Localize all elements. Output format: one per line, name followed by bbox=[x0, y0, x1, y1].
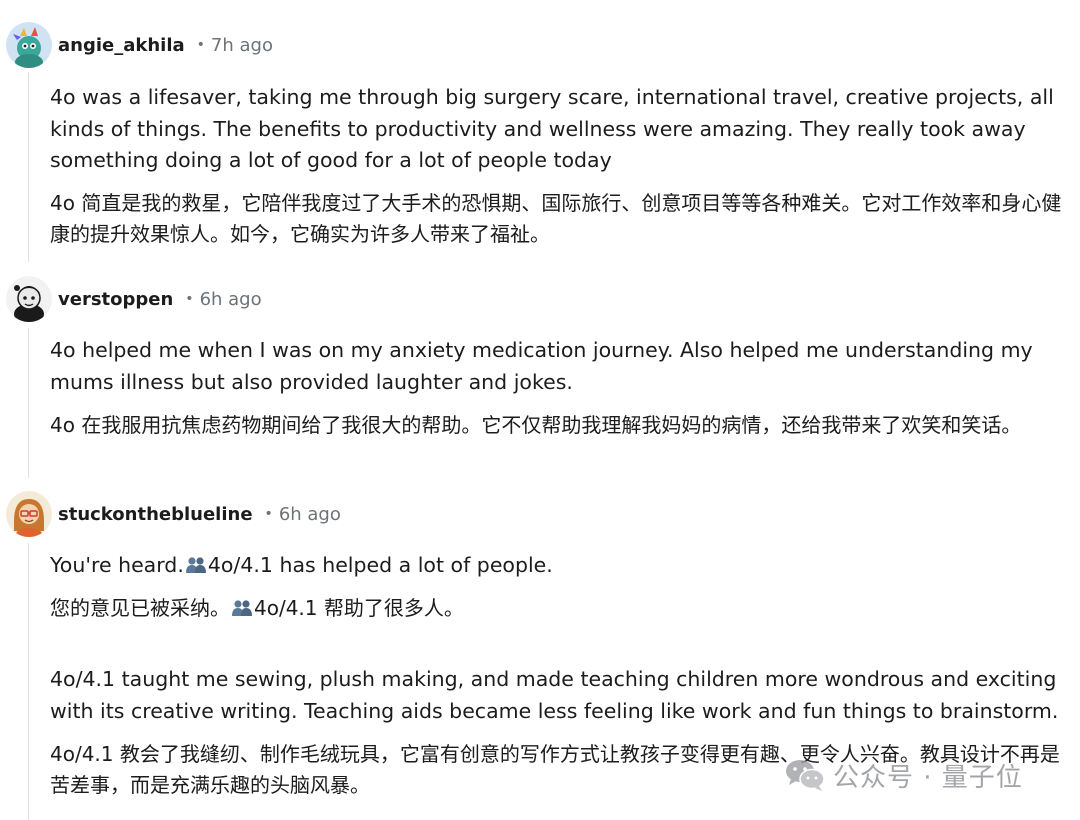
meta-separator: • bbox=[185, 291, 194, 307]
avatar[interactable] bbox=[6, 491, 52, 537]
comment-header: verstoppen • 6h ago bbox=[6, 274, 262, 324]
text-segment: 您的意见已被采纳。 bbox=[50, 596, 230, 620]
text-segment: 4o/4.1 has helped a lot of people. bbox=[207, 553, 553, 577]
comment-translation: 4o 在我服用抗焦虑药物期间给了我很大的帮助。它不仅帮助我理解我妈妈的病情，还给… bbox=[50, 413, 1022, 437]
people-emoji-icon bbox=[232, 600, 252, 616]
comment-translation: 4o 简直是我的救星，它陪伴我度过了大手术的恐惧期、国际旅行、创意项目等等各种难… bbox=[50, 191, 1062, 246]
avatar[interactable] bbox=[6, 276, 52, 322]
meta-separator: • bbox=[264, 506, 273, 522]
timestamp[interactable]: 6h ago bbox=[200, 289, 262, 310]
watermark-text: 公众号 · 量子位 bbox=[833, 762, 1023, 793]
comment: verstoppen • 6h ago 4o helped me when I … bbox=[0, 270, 1080, 485]
username[interactable]: verstoppen bbox=[58, 289, 173, 310]
comment-text: You're heard. 4o/4.1 has helped a lot of … bbox=[50, 550, 1065, 582]
wechat-icon bbox=[786, 760, 825, 791]
timestamp[interactable]: 6h ago bbox=[279, 504, 341, 525]
thread-line[interactable] bbox=[28, 72, 29, 262]
comment-thread: angie_akhila • 7h ago 4o was a lifesaver… bbox=[0, 0, 1080, 820]
comment-text: 4o was a lifesaver, taking me through bi… bbox=[50, 85, 1054, 172]
comment-translation: 您的意见已被采纳。 4o/4.1 帮助了很多人。 bbox=[50, 593, 1065, 624]
text-segment: 4o/4.1 帮助了很多人。 bbox=[254, 596, 464, 620]
meta-separator: • bbox=[196, 37, 205, 53]
timestamp[interactable]: 7h ago bbox=[211, 35, 273, 56]
avatar-icon bbox=[6, 22, 52, 68]
username[interactable]: angie_akhila bbox=[58, 35, 185, 56]
comment-text: 4o helped me when I was on my anxiety me… bbox=[50, 338, 1033, 394]
thread-line[interactable] bbox=[28, 328, 29, 478]
avatar[interactable] bbox=[6, 22, 52, 68]
avatar-icon bbox=[6, 491, 52, 537]
avatar-icon bbox=[6, 276, 52, 322]
people-emoji-icon bbox=[185, 557, 206, 573]
watermark: 公众号 · 量子位 bbox=[785, 755, 1023, 795]
comment: angie_akhila • 7h ago 4o was a lifesaver… bbox=[0, 0, 1080, 270]
text-segment: You're heard. bbox=[50, 553, 184, 577]
username[interactable]: stuckontheblueline bbox=[58, 504, 253, 525]
comment-header: angie_akhila • 7h ago bbox=[6, 20, 273, 70]
comment-header: stuckontheblueline • 6h ago bbox=[6, 489, 341, 539]
comment-text: 4o/4.1 taught me sewing, plush making, a… bbox=[50, 667, 1059, 723]
thread-line[interactable] bbox=[28, 543, 29, 820]
